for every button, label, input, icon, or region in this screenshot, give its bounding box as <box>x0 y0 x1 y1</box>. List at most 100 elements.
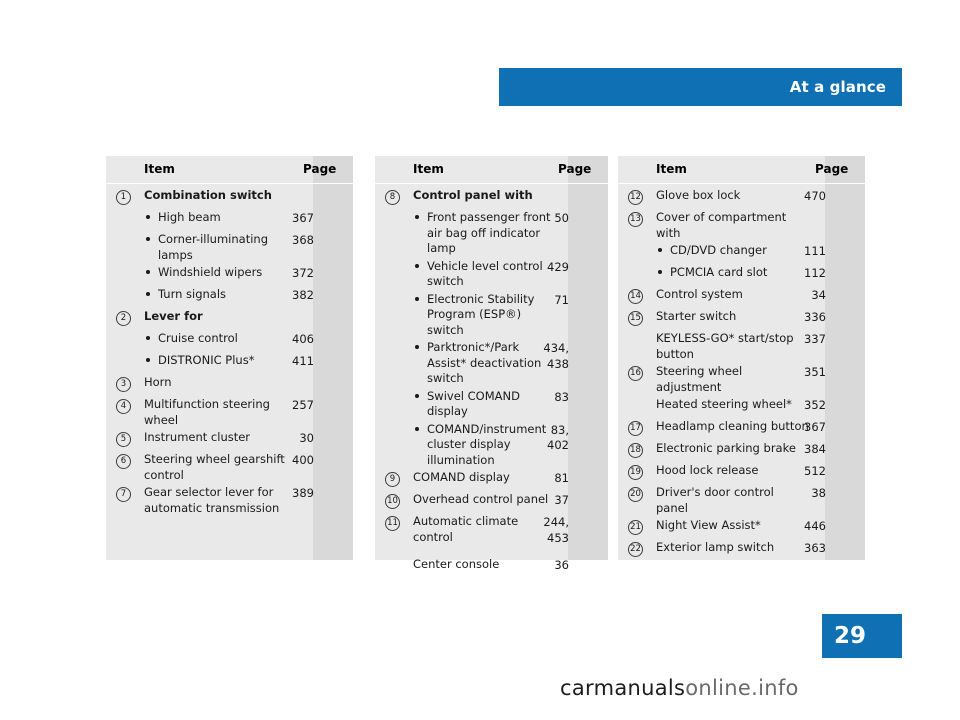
table-row: 14 Control system 34 <box>618 286 865 308</box>
table-header-row: Item Page <box>106 156 353 184</box>
table-row: 1 Combination switch <box>106 187 353 209</box>
item-number: 3 <box>116 377 131 392</box>
item-number: 9 <box>385 472 400 487</box>
item-page: 50 <box>554 211 569 225</box>
column-header-item: Item <box>144 162 175 176</box>
item-page: 367 <box>292 211 314 225</box>
item-page: 83, 402 <box>547 422 569 453</box>
item-page: 30 <box>299 431 314 445</box>
table-row: 19 Hood lock release 512 <box>618 462 865 484</box>
item-label: Exterior lamp switch <box>656 540 775 554</box>
item-number: 8 <box>385 190 400 205</box>
item-number: 5 <box>116 432 131 447</box>
watermark: carmanualsonline.info <box>560 676 799 700</box>
item-number: 1 <box>116 190 131 205</box>
item-page: 337 <box>804 332 826 346</box>
item-page: 81 <box>554 471 569 485</box>
column-header-page: Page <box>303 162 337 176</box>
table-row: 22 Exterior lamp switch 363 <box>618 539 865 561</box>
table-row: Heated steering wheel* 352 <box>618 396 865 418</box>
item-number: 11 <box>385 516 400 531</box>
table-row: Corner-illuminating lamps 368 <box>106 231 353 264</box>
item-page: 434, 438 <box>543 341 569 371</box>
table-row: 17 Headlamp cleaning button 367 <box>618 418 865 440</box>
bullet-icon <box>415 296 419 301</box>
item-label: Hood lock release <box>656 463 759 477</box>
table-row: KEYLESS-GO* start/stop button 337 <box>618 330 865 363</box>
item-label: Glove box lock <box>656 188 741 202</box>
bullet-icon <box>658 248 662 252</box>
item-number: 18 <box>628 443 643 458</box>
bullet-icon <box>415 393 419 398</box>
item-label: Heated steering wheel* <box>656 397 792 411</box>
page-title: At a glance <box>789 78 886 96</box>
item-number: 13 <box>628 212 643 227</box>
item-page: 406 <box>292 332 314 346</box>
bullet-icon <box>415 345 419 349</box>
item-label: Steering wheel adjustment <box>656 364 743 394</box>
item-label: DISTRONIC Plus* <box>158 353 255 367</box>
table-column-3: Item Page 12 Glove box lock 470 13 Cover… <box>618 156 865 560</box>
table-row: 11 Automatic climate control 244, 453 <box>375 513 608 546</box>
item-label: Front passenger front air bag off indica… <box>427 210 551 255</box>
table-row: Turn signals 382 <box>106 286 353 308</box>
item-label: Electronic Stability Program (ESP®) swit… <box>427 291 535 337</box>
table-column-2: Item Page 8 Control panel with Front pas… <box>375 156 608 572</box>
item-number: 22 <box>628 542 643 557</box>
item-page: 389 <box>292 486 314 500</box>
item-page: 38 <box>811 486 826 500</box>
item-label: Center console <box>413 557 500 571</box>
item-page: 112 <box>804 266 826 280</box>
item-number: 16 <box>628 366 643 381</box>
bullet-icon <box>415 263 419 268</box>
table-row: 9 COMAND display 81 <box>375 469 608 491</box>
item-label: Corner-illuminating lamps <box>158 232 268 262</box>
item-number: 12 <box>628 190 643 205</box>
item-label: Lever for <box>144 309 203 323</box>
item-label: Parktronic*/Park Assist* deactivation sw… <box>427 340 542 385</box>
item-page: 34 <box>811 288 826 302</box>
table-body: 8 Control panel with Front passenger fro… <box>375 184 608 578</box>
item-number: 15 <box>628 311 643 326</box>
item-label: Swivel COMAND display <box>427 388 520 419</box>
table-column-1: Item Page 1 Combination switch High beam… <box>106 156 353 560</box>
item-label: COMAND display <box>413 470 510 484</box>
page-number-badge: 29 <box>822 614 902 658</box>
item-page: 363 <box>804 541 826 555</box>
item-label: Horn <box>144 375 172 389</box>
item-number: 21 <box>628 520 643 535</box>
item-label: Instrument cluster <box>144 430 251 444</box>
item-page: 411 <box>292 354 314 368</box>
bullet-icon <box>146 215 150 219</box>
bullet-icon <box>146 292 150 296</box>
item-label: Control panel with <box>413 188 533 202</box>
column-header-page: Page <box>815 162 849 176</box>
table-row: 18 Electronic parking brake 384 <box>618 440 865 462</box>
item-label: PCMCIA card slot <box>670 265 768 279</box>
table-row: COMAND/instrument cluster display illumi… <box>375 421 608 470</box>
table-row: Swivel COMAND display 83 <box>375 388 608 421</box>
item-label: Cruise control <box>158 331 238 345</box>
item-label: Automatic climate control <box>413 514 519 544</box>
item-page: 351 <box>804 365 826 379</box>
table-row: 16 Steering wheel adjustment 351 <box>618 363 865 396</box>
item-page: 446 <box>804 519 826 533</box>
table-row: Electronic Stability Program (ESP®) swit… <box>375 291 608 340</box>
item-page: 36 <box>554 558 569 572</box>
item-label: Gear selector lever for automatic transm… <box>144 485 280 515</box>
header-banner: At a glance <box>499 68 902 106</box>
table-row: 3 Horn <box>106 374 353 396</box>
watermark-bold: carmanuals <box>560 676 686 700</box>
column-header-item: Item <box>413 162 444 176</box>
item-page: 400 <box>292 453 314 467</box>
table-header-row: Item Page <box>618 156 865 184</box>
item-label: Night View Assist* <box>656 518 761 532</box>
item-label: KEYLESS-GO* start/stop button <box>656 331 794 361</box>
bullet-icon <box>146 358 150 362</box>
table-row: 13 Cover of compartment with <box>618 209 865 242</box>
table-row: 20 Driver's door control panel 38 <box>618 484 865 517</box>
table-row: Cruise control 406 <box>106 330 353 352</box>
table-row: DISTRONIC Plus* 411 <box>106 352 353 374</box>
bullet-icon <box>658 270 662 274</box>
table-row: Center console 36 <box>375 556 608 578</box>
